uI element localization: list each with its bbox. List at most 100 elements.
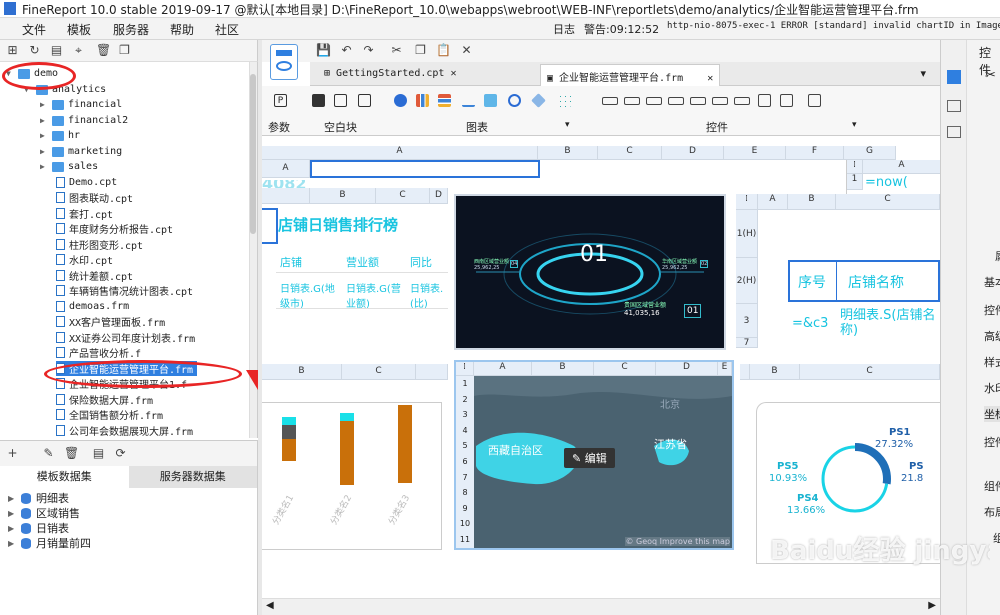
row-header[interactable]: 3 bbox=[456, 407, 474, 423]
dashboard-image-widget[interactable]: 01 西南区域营业额 25,962,25 04 华南区域营业额 25,962,2… bbox=[454, 194, 726, 350]
column-header-blank[interactable] bbox=[262, 188, 310, 204]
cut-icon[interactable]: ✂ bbox=[985, 68, 996, 83]
column-header-D[interactable] bbox=[416, 364, 448, 380]
refresh-icon[interactable]: ↻ bbox=[28, 44, 41, 57]
redo-icon[interactable]: ↷ bbox=[362, 44, 375, 57]
tree-file[interactable]: 柱形图变形.cpt bbox=[56, 237, 143, 252]
tab-menu-icon[interactable]: ▾ bbox=[920, 67, 926, 80]
rank-table-widget[interactable]: B C D 店铺日销售排行榜 店铺 营业额 同比 日销表.G(地级市) 日销表.… bbox=[262, 188, 448, 346]
map-widget[interactable]: ⁞ A B C D E 1 2 3 4 5 6 7 8 9 10 11 西藏自治… bbox=[454, 360, 734, 550]
control-more-icon[interactable]: ▾ bbox=[852, 120, 857, 130]
prop-item[interactable]: 组件 bbox=[984, 478, 1000, 494]
tree-file[interactable]: 统计差额.cpt bbox=[56, 268, 133, 283]
tab-server-datasets[interactable]: 服务器数据集 bbox=[128, 466, 257, 488]
bar-chart-area[interactable]: 分类名1 分类名2 分类名3 bbox=[262, 402, 442, 550]
column-header-C[interactable]: C bbox=[836, 194, 940, 210]
prop-item[interactable]: 基本 bbox=[984, 274, 1000, 290]
bar-chart-icon[interactable] bbox=[416, 94, 429, 107]
edit-icon[interactable]: ✎ bbox=[42, 447, 55, 460]
menu-file[interactable]: 文件 bbox=[22, 21, 46, 38]
column-header-D[interactable]: D bbox=[662, 146, 724, 160]
column-header-B[interactable]: B bbox=[262, 364, 342, 380]
open-icon[interactable]: ▤ bbox=[50, 44, 63, 57]
number-widget-icon[interactable] bbox=[668, 97, 684, 105]
save-icon[interactable]: 💾 bbox=[316, 44, 331, 57]
column-header-G[interactable]: G bbox=[844, 146, 896, 160]
column-header-C[interactable]: C bbox=[376, 188, 430, 204]
column-header-B[interactable]: B bbox=[788, 194, 836, 210]
date-widget-icon[interactable] bbox=[734, 97, 750, 105]
password-widget-icon[interactable] bbox=[690, 97, 706, 105]
tree-file[interactable]: demoas.frm bbox=[56, 299, 129, 314]
delete-icon[interactable]: 🗑 bbox=[96, 44, 111, 57]
tree-file[interactable]: 产品营收分析.f bbox=[56, 345, 141, 360]
column-header-B[interactable]: B bbox=[310, 188, 376, 204]
absolute-block-icon[interactable] bbox=[358, 94, 371, 107]
locate-icon[interactable]: ⌖ bbox=[72, 44, 85, 57]
menu-server[interactable]: 服务器 bbox=[113, 21, 149, 38]
tab-template-datasets[interactable]: 模板数据集 bbox=[0, 466, 129, 488]
chart-more-icon[interactable]: ▾ bbox=[565, 120, 570, 130]
row-header[interactable]: 6 bbox=[456, 454, 474, 470]
pie-chart-widget[interactable]: B C PS1 27.32% PS5 10.93% PS4 13.66% PS … bbox=[740, 364, 940, 564]
row-header-1[interactable]: 1(H) bbox=[736, 210, 758, 258]
row-header-2[interactable]: 2(H) bbox=[736, 258, 758, 304]
scroll-left-icon[interactable]: ◀ bbox=[266, 600, 274, 611]
blank-block-icon[interactable] bbox=[312, 94, 325, 107]
tree-file[interactable]: 全国销售额分析.frm bbox=[56, 407, 163, 422]
column-header-B[interactable]: B bbox=[538, 146, 598, 160]
rank-cell-sales[interactable]: 日销表.G(营业额) bbox=[346, 280, 406, 310]
layout-icon[interactable] bbox=[947, 126, 961, 138]
undo-icon[interactable]: ↶ bbox=[340, 44, 353, 57]
tree-file[interactable]: XX证券公司年度计划表.frm bbox=[56, 330, 195, 345]
search-widget-icon[interactable] bbox=[808, 94, 821, 107]
tree-file[interactable]: 图表联动.cpt bbox=[56, 190, 133, 205]
tree-folder[interactable]: ▶ hr bbox=[40, 128, 80, 143]
paste-icon[interactable]: 📋 bbox=[436, 44, 451, 57]
column-header-C[interactable]: C bbox=[800, 364, 940, 380]
collapse-icon[interactable]: ▶ bbox=[40, 116, 48, 125]
column-header-C[interactable]: C bbox=[598, 146, 662, 160]
gauge-chart-icon[interactable] bbox=[508, 94, 521, 107]
label-widget-icon[interactable] bbox=[624, 97, 640, 105]
cut-icon[interactable]: ✂ bbox=[390, 44, 403, 57]
textarea-widget-icon[interactable] bbox=[712, 97, 728, 105]
design-canvas[interactable]: A B C D E F G A 4082 ⁞ A 1 =now( B C D 店… bbox=[262, 136, 940, 598]
column-header-B[interactable]: B bbox=[532, 362, 594, 376]
prop-item[interactable]: 水印 bbox=[984, 380, 1000, 396]
menu-template[interactable]: 模板 bbox=[67, 21, 91, 38]
column-header-A[interactable]: A bbox=[474, 362, 532, 376]
tree-file[interactable]: 公司年会数据展现大屏.frm bbox=[56, 423, 193, 438]
column-header-E[interactable]: E bbox=[718, 362, 732, 376]
hbar-chart-icon[interactable] bbox=[438, 94, 451, 107]
column-header-A[interactable]: A bbox=[262, 146, 538, 160]
tree-folder[interactable]: ▶ financial bbox=[40, 97, 122, 112]
row-header[interactable]: 9 bbox=[456, 501, 474, 517]
row-header[interactable]: 8 bbox=[456, 485, 474, 501]
tab-active-frm[interactable]: ▣ 企业智能运营管理平台.frm ✕ bbox=[540, 64, 721, 86]
store-name-formula[interactable]: 明细表.S(店铺名称) bbox=[840, 308, 940, 348]
tree-folder[interactable]: ▶ marketing bbox=[40, 144, 122, 159]
prop-item[interactable]: 控件 bbox=[984, 434, 1000, 450]
radar-chart-icon[interactable] bbox=[531, 93, 546, 108]
tab-gettingstarted[interactable]: ⊞ GettingStarted.cpt ✕ bbox=[318, 64, 462, 86]
pie-chart-icon[interactable] bbox=[394, 94, 407, 107]
prop-item[interactable]: 高级 bbox=[984, 328, 1000, 344]
row-header-3[interactable]: 3 bbox=[736, 304, 758, 338]
param-icon[interactable]: P bbox=[274, 94, 287, 107]
bar-chart-widget[interactable]: B C 分类名1 分类名2 分类名3 bbox=[262, 364, 448, 550]
template-type-icon[interactable] bbox=[270, 44, 298, 80]
row-header-7[interactable]: 7 bbox=[736, 338, 758, 348]
column-header-D[interactable]: D bbox=[430, 188, 448, 204]
column-header-A[interactable]: A bbox=[863, 160, 940, 174]
dataset-item[interactable]: ▶ 日销表 bbox=[8, 520, 69, 536]
delete-icon[interactable]: 🗑 bbox=[64, 447, 79, 460]
prop-item[interactable]: 坐标 bbox=[984, 406, 1000, 422]
scatter-chart-icon[interactable] bbox=[558, 94, 571, 107]
tree-scroll-thumb[interactable] bbox=[250, 74, 256, 234]
tree-widget-icon[interactable] bbox=[780, 94, 793, 107]
horizontal-scrollbar[interactable]: ◀ ▶ bbox=[262, 598, 940, 615]
button-widget-icon[interactable] bbox=[602, 97, 618, 105]
row-header[interactable]: 4 bbox=[456, 423, 474, 439]
row-header[interactable]: 11 bbox=[456, 532, 474, 548]
